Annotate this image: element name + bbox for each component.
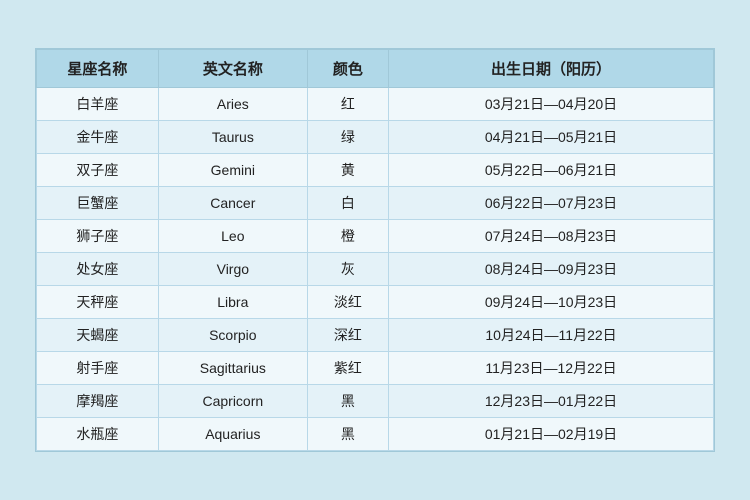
table-row: 白羊座Aries红03月21日—04月20日 bbox=[37, 88, 714, 121]
table-row: 射手座Sagittarius紫红11月23日—12月22日 bbox=[37, 352, 714, 385]
cell-english: Aquarius bbox=[158, 418, 307, 451]
cell-chinese: 白羊座 bbox=[37, 88, 159, 121]
cell-chinese: 处女座 bbox=[37, 253, 159, 286]
cell-date: 06月22日—07月23日 bbox=[389, 187, 714, 220]
cell-date: 04月21日—05月21日 bbox=[389, 121, 714, 154]
cell-date: 07月24日—08月23日 bbox=[389, 220, 714, 253]
cell-english: Scorpio bbox=[158, 319, 307, 352]
cell-date: 05月22日—06月21日 bbox=[389, 154, 714, 187]
cell-date: 01月21日—02月19日 bbox=[389, 418, 714, 451]
cell-color: 红 bbox=[307, 88, 388, 121]
header-chinese: 星座名称 bbox=[37, 50, 159, 88]
table-row: 天蝎座Scorpio深红10月24日—11月22日 bbox=[37, 319, 714, 352]
cell-color: 紫红 bbox=[307, 352, 388, 385]
cell-chinese: 巨蟹座 bbox=[37, 187, 159, 220]
header-english: 英文名称 bbox=[158, 50, 307, 88]
table-row: 摩羯座Capricorn黑12月23日—01月22日 bbox=[37, 385, 714, 418]
cell-color: 灰 bbox=[307, 253, 388, 286]
cell-date: 12月23日—01月22日 bbox=[389, 385, 714, 418]
cell-chinese: 双子座 bbox=[37, 154, 159, 187]
cell-english: Aries bbox=[158, 88, 307, 121]
cell-chinese: 天秤座 bbox=[37, 286, 159, 319]
cell-english: Libra bbox=[158, 286, 307, 319]
cell-color: 黑 bbox=[307, 385, 388, 418]
table-body: 白羊座Aries红03月21日—04月20日金牛座Taurus绿04月21日—0… bbox=[37, 88, 714, 451]
table-row: 水瓶座Aquarius黑01月21日—02月19日 bbox=[37, 418, 714, 451]
cell-english: Taurus bbox=[158, 121, 307, 154]
cell-date: 11月23日—12月22日 bbox=[389, 352, 714, 385]
cell-chinese: 天蝎座 bbox=[37, 319, 159, 352]
cell-color: 白 bbox=[307, 187, 388, 220]
cell-color: 淡红 bbox=[307, 286, 388, 319]
header-color: 颜色 bbox=[307, 50, 388, 88]
cell-color: 橙 bbox=[307, 220, 388, 253]
cell-english: Leo bbox=[158, 220, 307, 253]
cell-chinese: 水瓶座 bbox=[37, 418, 159, 451]
cell-english: Cancer bbox=[158, 187, 307, 220]
cell-date: 03月21日—04月20日 bbox=[389, 88, 714, 121]
zodiac-table: 星座名称 英文名称 颜色 出生日期（阳历） 白羊座Aries红03月21日—04… bbox=[36, 49, 714, 451]
cell-color: 深红 bbox=[307, 319, 388, 352]
cell-color: 绿 bbox=[307, 121, 388, 154]
cell-date: 10月24日—11月22日 bbox=[389, 319, 714, 352]
cell-english: Capricorn bbox=[158, 385, 307, 418]
cell-chinese: 射手座 bbox=[37, 352, 159, 385]
cell-english: Gemini bbox=[158, 154, 307, 187]
table-row: 处女座Virgo灰08月24日—09月23日 bbox=[37, 253, 714, 286]
table-row: 双子座Gemini黄05月22日—06月21日 bbox=[37, 154, 714, 187]
cell-chinese: 金牛座 bbox=[37, 121, 159, 154]
cell-english: Virgo bbox=[158, 253, 307, 286]
table-row: 狮子座Leo橙07月24日—08月23日 bbox=[37, 220, 714, 253]
cell-color: 黑 bbox=[307, 418, 388, 451]
cell-chinese: 狮子座 bbox=[37, 220, 159, 253]
cell-date: 08月24日—09月23日 bbox=[389, 253, 714, 286]
table-row: 天秤座Libra淡红09月24日—10月23日 bbox=[37, 286, 714, 319]
cell-english: Sagittarius bbox=[158, 352, 307, 385]
header-date: 出生日期（阳历） bbox=[389, 50, 714, 88]
cell-date: 09月24日—10月23日 bbox=[389, 286, 714, 319]
table-row: 巨蟹座Cancer白06月22日—07月23日 bbox=[37, 187, 714, 220]
cell-color: 黄 bbox=[307, 154, 388, 187]
table-row: 金牛座Taurus绿04月21日—05月21日 bbox=[37, 121, 714, 154]
cell-chinese: 摩羯座 bbox=[37, 385, 159, 418]
zodiac-table-container: 星座名称 英文名称 颜色 出生日期（阳历） 白羊座Aries红03月21日—04… bbox=[35, 48, 715, 452]
table-header-row: 星座名称 英文名称 颜色 出生日期（阳历） bbox=[37, 50, 714, 88]
